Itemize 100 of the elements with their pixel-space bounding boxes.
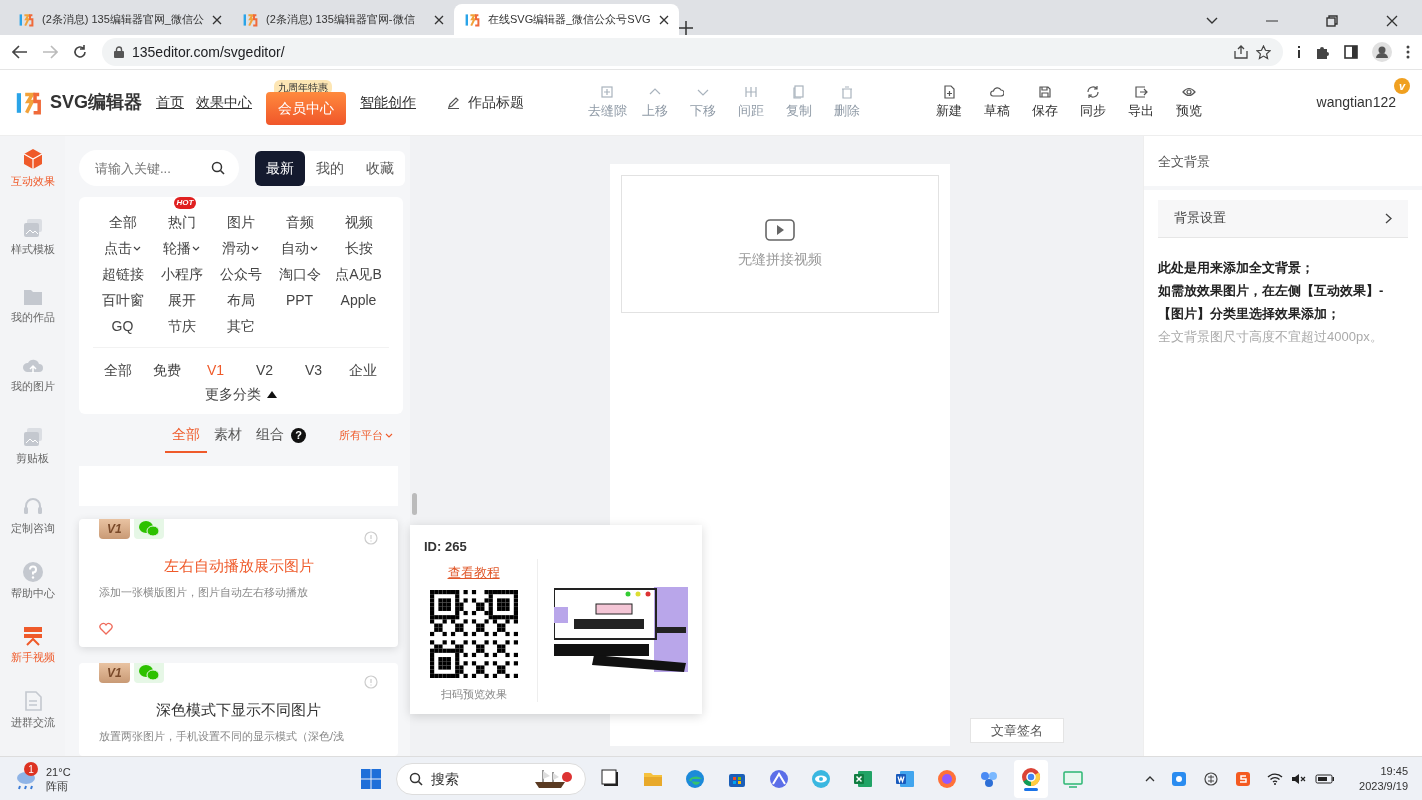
sidebar-item[interactable]: 帮助中心 <box>10 561 55 627</box>
category-link[interactable]: 滑动 <box>222 237 259 259</box>
back-icon[interactable] <box>12 45 28 59</box>
scrollbar-thumb[interactable] <box>412 493 417 515</box>
document-app-icon[interactable] <box>895 769 915 789</box>
profile-icon[interactable] <box>1372 42 1392 62</box>
sidebar-item[interactable]: 定制咨询 <box>10 496 55 562</box>
category-link[interactable]: 淘口令 <box>278 263 321 285</box>
speaker-muted-icon[interactable] <box>1291 773 1308 785</box>
user-name[interactable]: wangtian122 <box>1316 94 1396 110</box>
category-link[interactable]: 图片 <box>226 211 255 233</box>
sidebar-item[interactable]: 剪贴板 <box>16 427 49 497</box>
nav-link[interactable]: 效果中心 <box>190 92 258 113</box>
close-icon[interactable] <box>1386 15 1398 27</box>
share-icon[interactable] <box>1234 45 1248 59</box>
search-field[interactable]: 请输入关键... <box>79 150 239 186</box>
tray-s-icon[interactable] <box>1235 771 1252 787</box>
category-link[interactable]: 其它 <box>226 315 255 337</box>
help-icon[interactable]: ? <box>291 427 306 443</box>
type-tab[interactable]: 素材 <box>207 417 249 453</box>
sidebar-item[interactable]: 我的图片 <box>10 357 55 428</box>
toolbar-button[interactable]: 保存 <box>1023 84 1067 121</box>
new-tab-icon[interactable] <box>678 21 693 35</box>
heart-icon[interactable] <box>99 622 113 635</box>
maximize-icon[interactable] <box>1326 15 1338 27</box>
sync-icon <box>1086 84 1100 99</box>
close-icon[interactable] <box>212 14 222 25</box>
browser-tab[interactable]: (2条消息) 135编辑器官网_微信公 <box>8 4 232 35</box>
battery-icon[interactable] <box>1315 773 1336 785</box>
effect-card[interactable]: V1 深色模式下显示不同图片 放置两张图片，手机设置不同的显示模式（深色/浅 <box>79 663 398 756</box>
category-link[interactable]: 超链接 <box>101 263 144 285</box>
tutorial-link[interactable]: 查看教程 <box>424 562 524 582</box>
mountain-app-icon[interactable] <box>769 769 789 789</box>
taskbar-search[interactable]: 搜索 <box>396 763 586 795</box>
extension-info-icon[interactable] <box>1297 46 1301 58</box>
reload-icon[interactable] <box>72 44 88 60</box>
category-link[interactable]: 自动 <box>281 237 318 259</box>
chevron-down-icon[interactable] <box>1206 17 1218 25</box>
toolbar-button[interactable]: 同步 <box>1071 84 1115 121</box>
browser-tab[interactable]: 在线SVG编辑器_微信公众号SVG <box>454 4 679 35</box>
category-link[interactable]: 公众号 <box>219 263 262 285</box>
effect-card[interactable]: V1 左右自动播放展示图片 添加一张横版图片，图片自动左右移动播放 <box>79 519 398 647</box>
category-link[interactable]: 热门 <box>167 211 196 233</box>
category-link[interactable]: 全部 <box>108 211 137 233</box>
nav-link[interactable]: 智能创作 <box>354 92 422 113</box>
temperature: 21°C <box>46 765 71 779</box>
toolbar-button[interactable]: 草稿 <box>975 84 1019 121</box>
close-icon[interactable] <box>434 14 444 25</box>
category-link[interactable]: 布局 <box>226 289 255 311</box>
sidebar-item[interactable]: 我的作品 <box>10 287 55 358</box>
category-link[interactable]: 点击 <box>104 237 141 259</box>
puzzle-icon[interactable] <box>1315 44 1330 60</box>
wifi-icon[interactable] <box>1267 773 1284 785</box>
toolbar-button[interactable]: 导出 <box>1119 84 1163 121</box>
toolbar-button[interactable]: 预览 <box>1167 84 1211 121</box>
sort-tab[interactable]: 最新 <box>255 150 305 186</box>
category-link[interactable]: 展开 <box>167 289 196 311</box>
category-link[interactable]: Apple <box>340 289 377 311</box>
browser-tab[interactable]: (2条消息) 135编辑器官网-微信 <box>232 4 454 35</box>
input-method-icon[interactable] <box>1203 771 1220 787</box>
category-link[interactable]: GQ <box>111 315 134 337</box>
settings-row[interactable]: 背景设置 <box>1158 199 1408 238</box>
sidebar-item[interactable]: 进群交流 <box>10 691 55 756</box>
star-icon[interactable] <box>1256 44 1271 60</box>
type-tab[interactable]: 组合 <box>249 417 291 453</box>
level-filter[interactable]: 全部 <box>93 360 142 381</box>
title-button[interactable]: 作品标题 <box>446 91 525 114</box>
category-link[interactable]: 长按 <box>344 237 373 259</box>
more-categories-button[interactable]: 更多分类 <box>199 383 283 406</box>
chevron-up-icon[interactable] <box>1145 776 1156 782</box>
tray-app-icon[interactable] <box>1171 771 1188 787</box>
edge-icon[interactable] <box>685 769 705 789</box>
dots-app-icon[interactable] <box>979 769 999 789</box>
category-link[interactable]: 点A见B <box>335 263 382 285</box>
close-icon[interactable] <box>658 14 669 25</box>
category-link[interactable]: PPT <box>285 289 314 311</box>
level-filter[interactable]: 企业 <box>338 360 387 381</box>
category-link[interactable]: 轮播 <box>163 237 200 259</box>
sort-tab[interactable]: 收藏 <box>355 150 405 186</box>
spreadsheet-icon[interactable] <box>853 769 873 789</box>
toolbar-button[interactable]: 新建 <box>927 84 971 121</box>
menu-icon[interactable] <box>1406 45 1410 59</box>
signature-button[interactable]: 文章签名 <box>970 717 1064 743</box>
category-link[interactable]: 节庆 <box>167 315 196 337</box>
level-filter[interactable]: V3 <box>289 360 338 381</box>
nav-link[interactable]: 首页 <box>150 92 190 113</box>
fox-browser-icon[interactable] <box>937 769 957 789</box>
sort-tab[interactable]: 我的 <box>305 150 355 186</box>
category-link[interactable]: 音频 <box>285 211 314 233</box>
level-filter[interactable]: 免费 <box>142 360 191 381</box>
search-icon[interactable] <box>211 161 225 175</box>
address-bar[interactable]: 135editor.com/svgeditor/ <box>102 38 1283 66</box>
category-link[interactable]: 小程序 <box>160 263 203 285</box>
category-link[interactable]: 百叶窗 <box>101 289 144 311</box>
task-view-icon[interactable] <box>601 769 621 789</box>
sidebar-icon[interactable] <box>1344 45 1358 59</box>
level-filter[interactable]: V2 <box>240 360 289 381</box>
sidebar-item[interactable]: 样式模板 <box>10 217 55 288</box>
chrome-icon[interactable] <box>1021 767 1041 787</box>
category-link[interactable]: 视频 <box>344 211 373 233</box>
